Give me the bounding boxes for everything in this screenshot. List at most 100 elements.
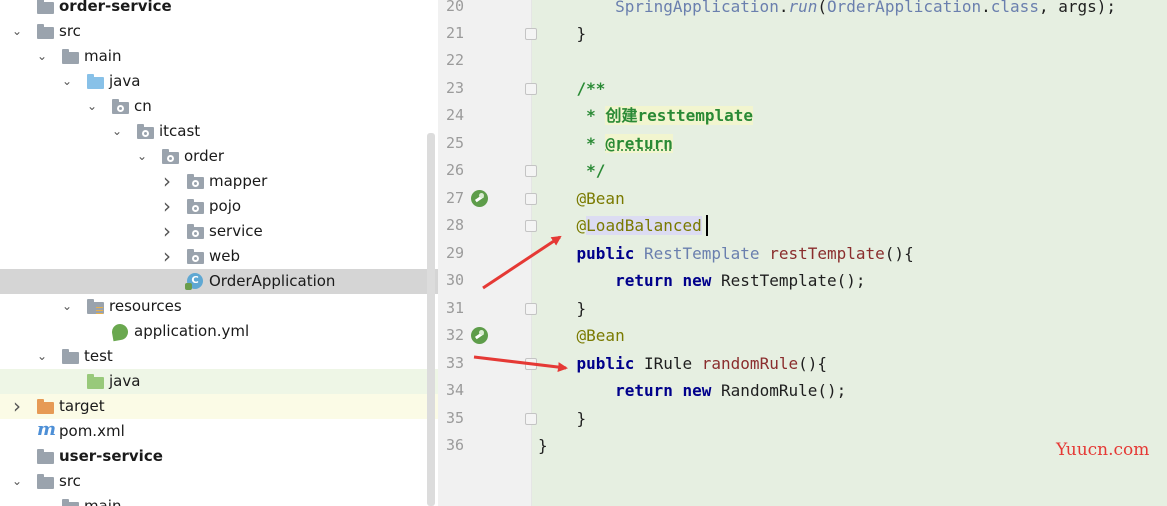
- tree-row-label: itcast: [159, 122, 201, 140]
- tree-row-src[interactable]: ⌄ src: [0, 19, 438, 44]
- fold-marker-icon[interactable]: [525, 28, 537, 40]
- package-icon: [187, 224, 204, 239]
- code-token: *: [586, 106, 606, 125]
- line-number: 35: [445, 409, 464, 427]
- excluded-folder-icon: [37, 399, 54, 414]
- tree-row-label: order-service: [59, 0, 172, 15]
- package-icon: [187, 174, 204, 189]
- code-token: .: [981, 0, 991, 16]
- chevron-down-icon[interactable]: ⌄: [60, 294, 74, 319]
- line-number: 36: [445, 436, 464, 454]
- tree-row-itcast[interactable]: ⌄ itcast: [0, 119, 438, 144]
- folder-icon: [62, 349, 79, 364]
- tree-row-order[interactable]: ⌄ order: [0, 144, 438, 169]
- tree-row-label: application.yml: [134, 322, 250, 340]
- tree-row-java[interactable]: java: [0, 369, 438, 394]
- project-tree: order-service ⌄ src ⌄ main ⌄ java ⌄ cn ⌄ itcast ⌄ or…: [0, 0, 438, 506]
- tree-row-pojo[interactable]: › pojo: [0, 194, 438, 219]
- source-root-folder-icon: [87, 74, 104, 89]
- spring-bean-gutter-icon[interactable]: [471, 327, 488, 344]
- line-number: 34: [445, 381, 464, 399]
- line-number: 26: [445, 161, 464, 179]
- tree-row-mapper[interactable]: › mapper: [0, 169, 438, 194]
- line-number: 23: [445, 79, 464, 97]
- chevron-down-icon[interactable]: ⌄: [110, 119, 124, 144]
- code-token: }: [538, 24, 587, 43]
- chevron-right-icon[interactable]: ›: [160, 244, 174, 269]
- tree-row-label: test: [84, 347, 113, 365]
- fold-marker-icon[interactable]: [525, 303, 537, 315]
- code-token: IRule: [634, 354, 702, 373]
- tree-row-resources[interactable]: ⌄ resources: [0, 294, 438, 319]
- line-number: 24: [445, 106, 464, 124]
- tree-row-label: java: [109, 372, 141, 390]
- tree-row-test[interactable]: ⌄ test: [0, 344, 438, 369]
- tree-row-order-service[interactable]: order-service: [0, 0, 438, 19]
- code-token: public: [576, 354, 635, 373]
- tree-row-orderapplication[interactable]: C OrderApplication: [0, 269, 438, 294]
- tree-row-target[interactable]: › target: [0, 394, 438, 419]
- code-token: class: [990, 0, 1039, 16]
- code-token: }: [538, 299, 587, 318]
- tree-row-label: service: [209, 222, 263, 240]
- tree-row-application-yml[interactable]: application.yml: [0, 319, 438, 344]
- package-icon: [187, 199, 204, 214]
- tree-row-label: order: [184, 147, 224, 165]
- line-number: 30: [445, 271, 464, 289]
- chevron-down-icon[interactable]: ⌄: [60, 69, 74, 94]
- code-line: * @return: [538, 130, 673, 157]
- tree-row-user-service[interactable]: user-service: [0, 444, 438, 469]
- chevron-right-icon[interactable]: ›: [10, 394, 24, 419]
- code-token: RestTemplate: [643, 244, 760, 263]
- chevron-down-icon[interactable]: ⌄: [35, 494, 49, 506]
- spring-bean-gutter-icon[interactable]: [471, 190, 488, 207]
- chevron-right-icon[interactable]: ›: [160, 169, 174, 194]
- code-line: }: [538, 20, 587, 47]
- chevron-right-icon[interactable]: ›: [160, 219, 174, 244]
- code-token: restTemplate: [769, 244, 885, 263]
- line-number: 33: [445, 354, 464, 372]
- chevron-down-icon[interactable]: ⌄: [10, 19, 24, 44]
- chevron-down-icon[interactable]: ⌄: [35, 344, 49, 369]
- code-line: @Bean: [538, 322, 625, 349]
- code-token: }: [538, 409, 587, 428]
- tree-row-main[interactable]: ⌄ main: [0, 44, 438, 69]
- code-token: return: [615, 271, 673, 290]
- fold-marker-icon[interactable]: [525, 413, 537, 425]
- resources-folder-icon: [87, 299, 104, 314]
- folder-icon: [62, 49, 79, 64]
- tree-row-service[interactable]: › service: [0, 219, 438, 244]
- chevron-right-icon[interactable]: ›: [160, 194, 174, 219]
- code-token: @return: [605, 134, 673, 153]
- folder-icon: [62, 499, 79, 506]
- folder-icon: [37, 24, 54, 39]
- spring-leaf-icon: [110, 322, 130, 342]
- line-number: 22: [445, 51, 464, 69]
- chevron-down-icon[interactable]: ⌄: [10, 469, 24, 494]
- tree-row-main[interactable]: ⌄ main: [0, 494, 438, 506]
- code-token: @Bean: [576, 189, 625, 208]
- fold-marker-icon[interactable]: [525, 165, 537, 177]
- tree-row-cn[interactable]: ⌄ cn: [0, 94, 438, 119]
- fold-marker-icon[interactable]: [525, 193, 537, 205]
- line-number: 31: [445, 299, 464, 317]
- fold-marker-icon[interactable]: [525, 83, 537, 95]
- code-editor: 20 21 22 23 24 25 26 27 28 29 30 31 32 33 34 35 36 Sprin…: [438, 0, 1167, 506]
- watermark: Yuucn.com: [1056, 440, 1150, 460]
- fold-marker-icon[interactable]: [525, 358, 537, 370]
- chevron-down-icon[interactable]: ⌄: [85, 94, 99, 119]
- line-number: 21: [445, 24, 464, 42]
- tree-row-src[interactable]: ⌄ src: [0, 469, 438, 494]
- chevron-down-icon[interactable]: ⌄: [135, 144, 149, 169]
- fold-marker-icon[interactable]: [525, 220, 537, 232]
- tree-row-java[interactable]: ⌄ java: [0, 69, 438, 94]
- tree-row-web[interactable]: › web: [0, 244, 438, 269]
- chevron-down-icon[interactable]: ⌄: [35, 44, 49, 69]
- tree-row-pom-xml[interactable]: m pom.xml: [0, 419, 438, 444]
